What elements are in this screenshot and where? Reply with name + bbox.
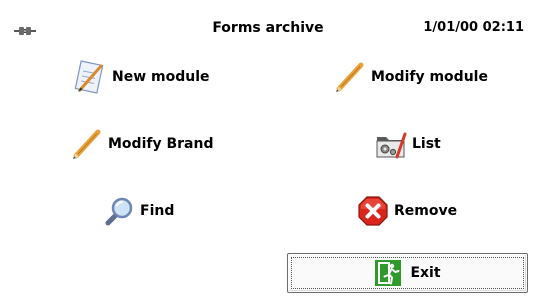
magnifier-icon — [102, 194, 136, 228]
form-edit-icon — [74, 60, 108, 94]
pencil-icon — [333, 60, 367, 94]
list-button[interactable]: List — [374, 127, 441, 161]
exit-button[interactable]: Exit — [287, 253, 528, 293]
exit-focus-frame[interactable]: Exit — [291, 257, 524, 289]
list-label: List — [412, 136, 441, 152]
exit-door-icon — [374, 259, 402, 287]
pencil-icon — [70, 127, 104, 161]
remove-label: Remove — [394, 203, 458, 219]
modify-brand-button[interactable]: Modify Brand — [70, 127, 213, 161]
header-bar: Forms archive 1/01/00 02:11 — [0, 0, 536, 40]
modify-module-label: Modify module — [371, 69, 488, 85]
red-x-icon — [356, 194, 390, 228]
modify-brand-label: Modify Brand — [108, 136, 214, 152]
remove-button[interactable]: Remove — [356, 194, 457, 228]
new-module-button[interactable]: New module — [74, 60, 210, 94]
datetime-display: 1/01/00 02:11 — [423, 20, 524, 35]
new-module-label: New module — [112, 69, 210, 85]
find-label: Find — [140, 203, 175, 219]
folder-gear-icon — [374, 127, 408, 161]
exit-label: Exit — [410, 265, 441, 281]
modify-module-button[interactable]: Modify module — [333, 60, 488, 94]
find-button[interactable]: Find — [102, 194, 174, 228]
